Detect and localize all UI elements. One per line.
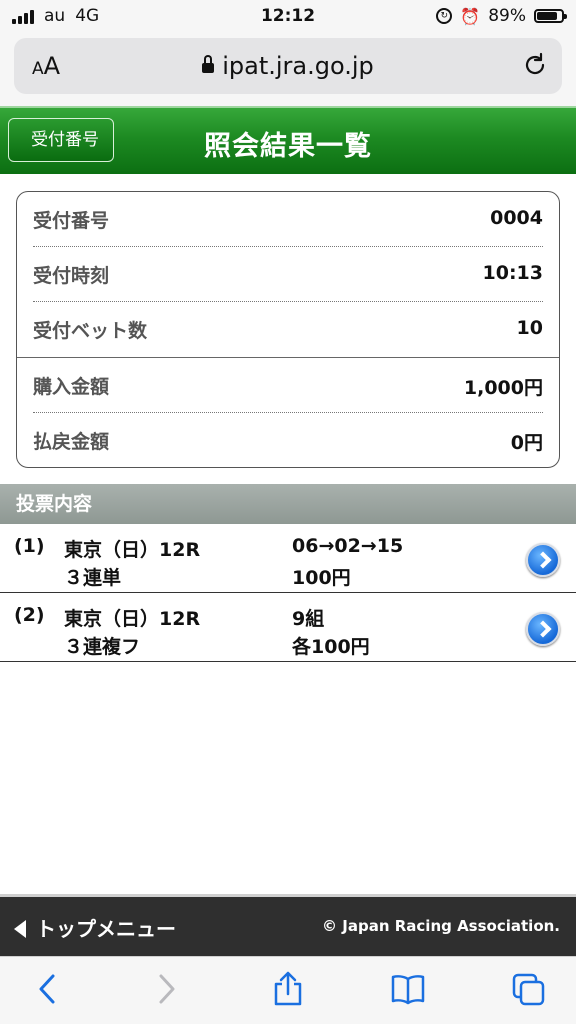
reload-icon[interactable] [522,52,548,78]
status-bar: au 4G 12:12 ↻ ⏰ 89% [0,0,576,34]
summary-label: 払戻金額 [33,431,110,453]
share-icon[interactable] [270,971,306,1007]
summary-label: 受付番号 [33,210,110,232]
alarm-icon: ⏰ [460,6,481,26]
summary-label: 受付ベット数 [33,320,148,342]
status-right: ↻ ⏰ 89% [436,6,567,26]
summary-row-purchase-amount: 購入金額 1,000円 [33,358,543,412]
summary-row-receipt-number: 受付番号 0004 [33,192,543,246]
page-footer: トップメニュー © Japan Racing Association. [0,894,576,956]
page-title: 照会結果一覧 [204,131,372,162]
bet-amount: 各100円 [292,636,370,658]
bet-row[interactable]: (1) 東京（日）12R ３連単 06→02→15 100円 [0,525,576,593]
bet-combination: 06→02→15 [292,535,404,557]
bet-combination: 9組 [292,608,325,630]
summary-value: 1,000円 [463,377,543,399]
summary-row-bet-count: 受付ベット数 10 [33,302,543,356]
bookmarks-icon[interactable] [390,971,426,1007]
summary-value: 10:13 [482,262,543,284]
battery-percent: 89% [488,6,526,26]
summary-value: 10 [516,317,543,339]
bet-row[interactable]: (2) 東京（日）12R ３連複フ 9組 各100円 [0,594,576,662]
bet-race: 東京（日）12R [64,608,201,630]
summary-label: 購入金額 [33,376,110,398]
copyright-text: © Japan Racing Association. [322,917,560,935]
orientation-lock-icon: ↻ [436,8,453,24]
summary-row-receipt-time: 受付時刻 10:13 [33,247,543,301]
bet-type: ３連複フ [64,636,141,658]
page-header: 受付番号 照会結果一覧 [0,106,576,174]
browser-address-bar: AA ipat.jra.go.jp [0,34,576,106]
battery-icon [534,9,567,23]
url-display[interactable]: ipat.jra.go.jp [14,52,562,80]
bet-amount: 100円 [292,567,351,589]
lock-icon [202,55,215,73]
top-menu-label: トップメニュー [36,917,176,941]
bet-race: 東京（日）12R [64,539,201,561]
chevron-right-icon[interactable] [526,612,560,646]
section-header: 投票内容 [0,484,576,524]
bet-type: ３連単 [64,567,122,589]
summary-value: 0004 [490,207,543,229]
summary-value: 0円 [510,432,543,454]
browser-toolbar [0,956,576,1024]
top-menu-link[interactable]: トップメニュー [14,913,176,942]
triangle-left-icon [14,920,26,938]
tabs-icon[interactable] [510,971,546,1007]
forward-arrow-icon[interactable] [148,971,184,1007]
back-arrow-icon[interactable] [30,971,66,1007]
url-text: ipat.jra.go.jp [222,52,374,80]
bet-index: (1) [14,535,45,557]
summary-row-payout-amount: 払戻金額 0円 [33,413,543,467]
bet-index: (2) [14,604,45,626]
url-field[interactable]: AA ipat.jra.go.jp [14,38,562,94]
summary-label: 受付時刻 [33,265,110,287]
chevron-right-icon[interactable] [526,543,560,577]
receipt-summary: 受付番号 0004 受付時刻 10:13 受付ベット数 10 購入金額 1,00… [16,191,560,468]
